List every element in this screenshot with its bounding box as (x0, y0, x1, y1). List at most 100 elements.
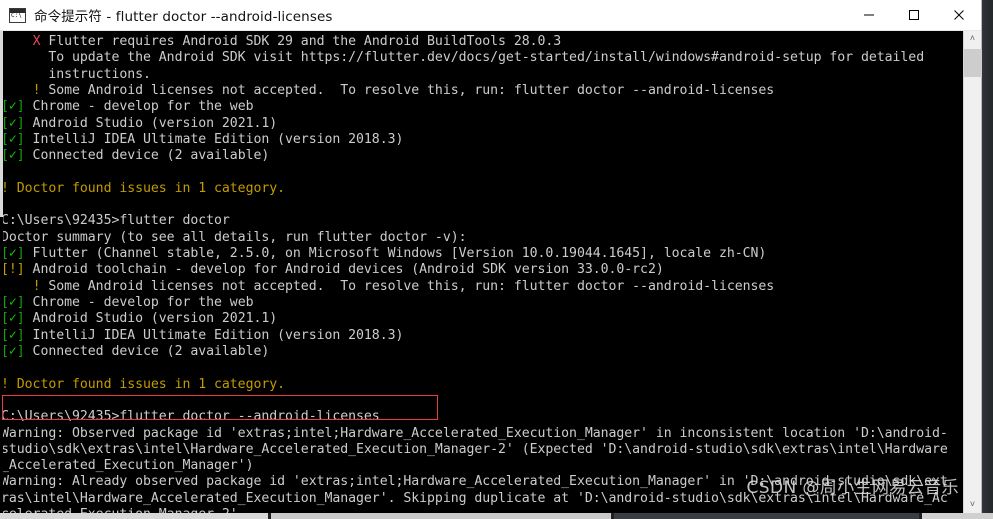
terminal-span: Android Studio (version 2021.1) (24, 311, 278, 327)
terminal-line: C:\Users\92435>flutter doctor (1, 213, 963, 229)
terminal-span: Flutter (Channel stable, 2.5.0, on Micro… (24, 246, 767, 262)
maximize-button[interactable] (891, 0, 936, 30)
terminal-text-viewport[interactable]: X Flutter requires Android SDK 29 and th… (0, 31, 963, 514)
terminal-line: [✓] Android Studio (version 2021.1) (1, 311, 963, 327)
csdn-watermark: CSDN @周小生网易云音乐 (746, 478, 959, 498)
terminal-span: studio\sdk\extras\intel\Hardware_Acceler… (1, 441, 948, 457)
terminal-line: X Flutter requires Android SDK 29 and th… (1, 34, 963, 50)
terminal-line: [!] Android toolchain - develop for Andr… (1, 262, 963, 278)
close-button[interactable] (936, 0, 981, 30)
terminal-span: Chrome - develop for the web (24, 99, 254, 115)
terminal-body[interactable]: X Flutter requires Android SDK 29 and th… (0, 31, 982, 514)
terminal-span: ✓ (8, 295, 17, 310)
terminal-line: [✓] Chrome - develop for the web (1, 99, 963, 115)
terminal-line: [✓] IntelliJ IDEA Ultimate Edition (vers… (1, 132, 963, 148)
terminal-span: IntelliJ IDEA Ultimate Edition (version … (24, 327, 404, 343)
terminal-span (1, 34, 33, 49)
terminal-line: instructions. (1, 67, 963, 83)
terminal-span: Android Studio (version 2021.1) (24, 115, 278, 131)
window-controls (846, 0, 981, 30)
terminal-line: [✓] Chrome - develop for the web (1, 295, 963, 311)
terminal-span: ✓ (8, 327, 17, 343)
terminal-line: studio\sdk\extras\intel\Hardware_Acceler… (1, 442, 963, 458)
terminal-span (1, 279, 33, 294)
terminal-span: IntelliJ IDEA Ultimate Edition (version … (24, 131, 404, 147)
terminal-line: [✓] Flutter (Channel stable, 2.5.0, on M… (1, 246, 963, 262)
cmd-console-icon (9, 7, 26, 23)
terminal-span: Chrome - develop for the web (24, 295, 254, 310)
window-left-edge-lower (0, 217, 3, 514)
terminal-line: ! Some Android licenses not accepted. To… (1, 279, 963, 295)
terminal-line: Doctor summary (to see all details, run … (1, 230, 963, 246)
minimize-icon (863, 14, 874, 16)
vertical-scrollbar[interactable]: ˄ ˅ (963, 31, 982, 514)
terminal-span: ✓ (8, 311, 17, 327)
terminal-span: ✓ (8, 115, 17, 131)
terminal-span (1, 83, 33, 98)
terminal-span: Flutter requires Android SDK 29 and the … (40, 34, 562, 49)
terminal-span: ] (16, 115, 25, 131)
terminal-span: ] (16, 343, 25, 359)
terminal-span: ] (16, 131, 25, 147)
terminal-line: [✓] Connected device (2 available) (1, 148, 963, 164)
close-icon (953, 10, 964, 20)
terminal-span: ] (16, 295, 25, 310)
terminal-line: [✓] Connected device (2 available) (1, 344, 963, 360)
terminal-output: X Flutter requires Android SDK 29 and th… (1, 34, 963, 514)
terminal-line: ! Some Android licenses not accepted. To… (1, 83, 963, 99)
terminal-span: Some Android licenses not accepted. To r… (40, 278, 775, 294)
terminal-span: Some Android licenses not accepted. To r… (40, 82, 775, 98)
terminal-span: [!] (1, 262, 25, 278)
terminal-line: [✓] IntelliJ IDEA Ultimate Edition (vers… (1, 328, 963, 344)
terminal-span: ] (16, 99, 25, 115)
terminal-span: Android toolchain - develop for Android … (24, 262, 664, 278)
terminal-line: To update the Android SDK visit https://… (1, 50, 963, 66)
terminal-span: ] (16, 148, 25, 164)
taskbar-segment-b (271, 513, 611, 519)
scroll-up-arrow-icon[interactable]: ˄ (964, 31, 981, 48)
scrollbar-thumb[interactable] (964, 49, 982, 77)
taskbar-segment-a (0, 513, 268, 519)
terminal-span: ] (16, 246, 25, 262)
terminal-line: [✓] Android Studio (version 2021.1) (1, 116, 963, 132)
maximize-icon (908, 10, 919, 20)
scroll-down-arrow-icon[interactable]: ˅ (964, 497, 981, 514)
terminal-span: ] (16, 327, 25, 343)
terminal-span: C:\Users\92435>flutter doctor (1, 213, 230, 229)
terminal-span: ✓ (8, 343, 17, 359)
desktop-right-strip (979, 0, 993, 519)
terminal-span: Warning: Observed package id 'extras;int… (1, 425, 948, 441)
terminal-span: ✓ (8, 131, 17, 147)
terminal-span: ✓ (8, 246, 17, 262)
terminal-line: _Accelerated_Execution_Manager') (1, 458, 963, 474)
terminal-span: Connected device (2 available) (24, 148, 270, 164)
terminal-span: ✓ (8, 148, 17, 164)
terminal-line: ! Doctor found issues in 1 category. (1, 377, 963, 393)
terminal-span: _Accelerated_Execution_Manager') (1, 458, 254, 474)
terminal-line: ! Doctor found issues in 1 category. (1, 181, 963, 197)
taskbar-sliver (0, 513, 993, 519)
taskbar-segment-d (922, 513, 993, 519)
scrollbar-track[interactable] (964, 48, 981, 497)
terminal-span: Connected device (2 available) (24, 343, 270, 359)
terminal-span: C:\Users\92435>flutter doctor --android-… (1, 409, 380, 425)
window-title: 命令提示符 - flutter doctor --android-license… (34, 9, 333, 25)
window-titlebar[interactable]: 命令提示符 - flutter doctor --android-license… (0, 0, 981, 31)
terminal-span: To update the Android SDK visit https://… (1, 50, 925, 66)
terminal-span: ✓ (8, 99, 17, 115)
minimize-button[interactable] (846, 0, 891, 30)
terminal-span: instructions. (1, 66, 151, 82)
terminal-span: Doctor summary (to see all details, run … (1, 229, 467, 245)
terminal-line: Warning: Observed package id 'extras;int… (1, 426, 963, 442)
terminal-line: C:\Users\92435>flutter doctor --android-… (1, 409, 963, 425)
titlebar-left-group: 命令提示符 - flutter doctor --android-license… (0, 5, 846, 25)
terminal-span: ! Doctor found issues in 1 category. (1, 376, 286, 392)
command-prompt-window: 命令提示符 - flutter doctor --android-license… (0, 0, 982, 514)
terminal-span: ] (16, 311, 25, 327)
terminal-span: ! Doctor found issues in 1 category. (1, 180, 286, 196)
taskbar-segment-c (614, 513, 919, 519)
